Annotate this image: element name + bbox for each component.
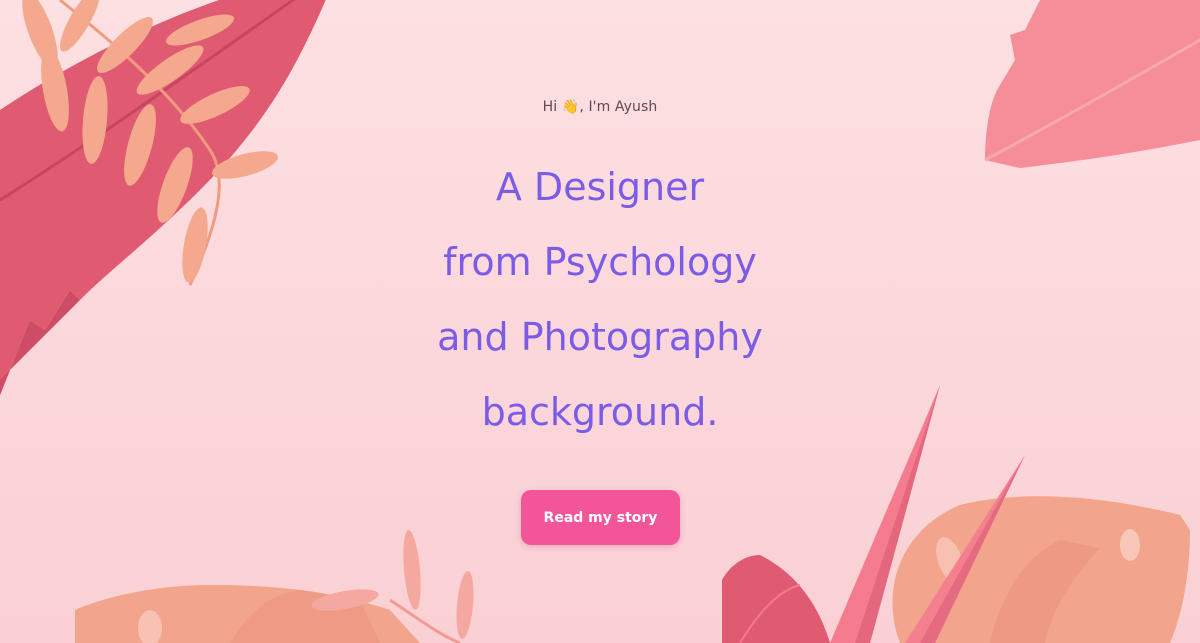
hero-headline: A Designer from Psychology and Photograp… (0, 150, 1200, 450)
headline-line: from Psychology (443, 240, 757, 284)
greeting-text: Hi 👋, I'm Ayush (542, 99, 658, 115)
headline-line: background. (481, 390, 719, 434)
pink-leaf-icon (722, 555, 830, 643)
headline-line: and Photography (437, 315, 763, 359)
read-my-story-button[interactable]: Read my story (521, 490, 680, 545)
headline-line: A Designer (495, 165, 705, 209)
hero-section: Hi 👋, I'm Ayush A Designer from Psycholo… (0, 0, 1200, 643)
pink-leaf-icon (984, 0, 1200, 168)
